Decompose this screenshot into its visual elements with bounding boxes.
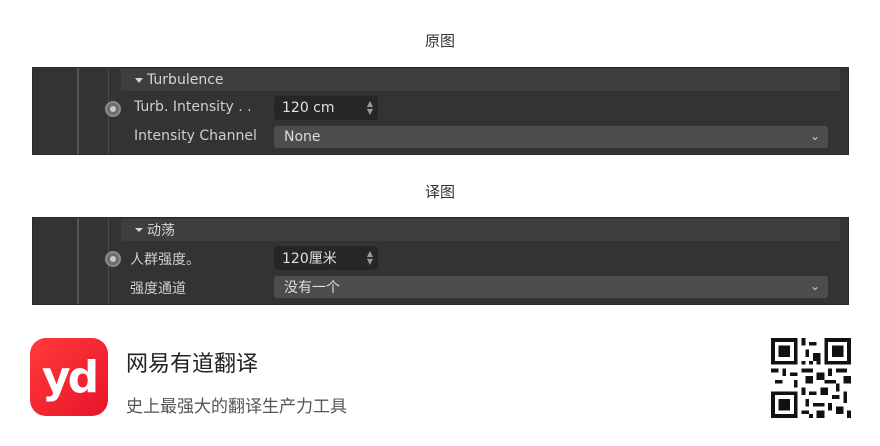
turb-intensity-label: Turb. Intensity . . [134,99,252,115]
triangle-down-icon[interactable] [135,77,143,83]
intensity-channel-label: Intensity Channel [134,128,257,144]
section-title: Turbulence [147,72,224,88]
turb-intensity-value: 120 cm [282,100,335,116]
spinner-arrows-icon[interactable]: ▲ ▼ [366,100,374,116]
section-header-turbulence[interactable]: Turbulence [121,69,840,91]
spinner-arrows-icon[interactable]: ▲ ▼ [366,250,374,266]
brand-name: 网易有道翻译 [126,352,259,377]
turb-intensity-field-translated[interactable]: 120厘米 ▲ ▼ [274,246,378,270]
panel-divider [77,68,79,154]
triangle-down-icon[interactable] [135,228,143,232]
radio-icon[interactable] [105,251,121,267]
section-title: 动荡 [147,223,175,239]
chevron-down-icon[interactable]: ⌄ [810,279,820,293]
original-panel: Turbulence Turb. Intensity . . 120 cm ▲ ▼… [32,67,849,155]
translated-caption: 译图 [424,183,455,201]
translated-panel: 动荡 人群强度。 120厘米 ▲ ▼ 强度通道 没有一个 ⌄ [32,217,849,305]
radio-icon[interactable] [105,101,121,117]
logo-text: yd [41,351,99,403]
intensity-channel-value-translated: 没有一个 [284,280,340,296]
qr-code-icon [771,338,851,418]
intensity-channel-value: None [284,129,321,145]
intensity-channel-label-translated: 强度通道 [130,281,186,297]
turb-intensity-label-translated: 人群强度。 [130,252,200,268]
turb-intensity-field[interactable]: 120 cm ▲ ▼ [274,96,378,120]
original-caption: 原图 [424,32,455,50]
brand-slogan: 史上最强大的翻译生产力工具 [126,397,347,417]
panel-divider [77,218,79,304]
youdao-logo: yd [30,338,108,416]
intensity-channel-select-translated[interactable]: 没有一个 ⌄ [274,276,828,298]
chevron-down-icon[interactable]: ⌄ [810,129,820,143]
intensity-channel-select[interactable]: None ⌄ [274,126,828,148]
turb-intensity-value-translated: 120厘米 [282,251,337,267]
section-header-translated[interactable]: 动荡 [121,219,840,241]
